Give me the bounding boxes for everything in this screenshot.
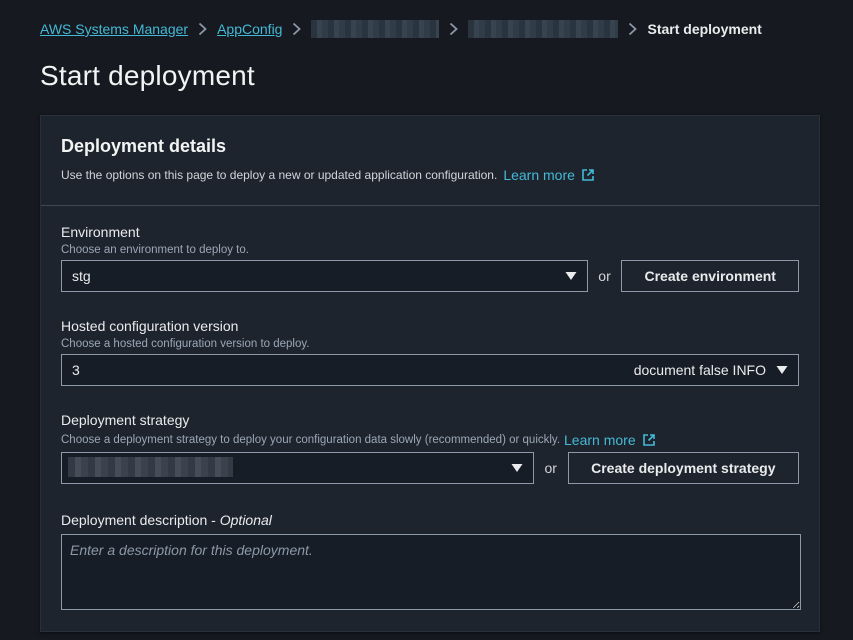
deployment-details-panel: Deployment details Use the options on th… <box>40 115 820 632</box>
panel-description: Use the options on this page to deploy a… <box>61 167 799 183</box>
hosted-version-label: Hosted configuration version <box>61 318 239 334</box>
deployment-strategy-field: Deployment strategy Choose a deployment … <box>61 412 800 484</box>
breadcrumb-link-profile-redacted[interactable] <box>468 20 619 38</box>
external-link-icon <box>581 168 595 182</box>
environment-row: stg or Create environment <box>61 260 799 292</box>
breadcrumb: AWS Systems Manager AppConfig Start depl… <box>40 18 762 40</box>
deployment-description-field: Deployment description - Optional <box>61 512 801 610</box>
deployment-description-label: Deployment description - Optional <box>61 512 799 528</box>
deployment-strategy-row: or Create deployment strategy <box>61 452 800 484</box>
deployment-strategy-hint-text: Choose a deployment strategy to deploy y… <box>61 434 561 446</box>
strategy-learn-more-link[interactable]: Learn more <box>564 432 656 448</box>
panel-description-text: Use the options on this page to deploy a… <box>61 168 498 182</box>
environment-selected-value: stg <box>72 268 91 284</box>
caret-down-icon <box>511 463 523 473</box>
external-link-icon <box>642 433 656 447</box>
learn-more-label: Learn more <box>503 167 575 183</box>
chevron-right-icon <box>449 22 459 36</box>
chevron-right-icon <box>198 22 207 36</box>
panel-header: Deployment details Use the options on th… <box>41 116 819 206</box>
optional-label: Optional <box>219 512 272 528</box>
hosted-version-select[interactable]: 3 document false INFO <box>61 354 799 386</box>
chevron-right-icon <box>628 22 638 36</box>
page-title: Start deployment <box>40 60 255 91</box>
environment-field: Environment Choose an environment to dep… <box>61 224 799 292</box>
caret-down-icon <box>776 365 788 375</box>
strategy-learn-more-label: Learn more <box>564 432 636 448</box>
or-text: or <box>598 268 611 284</box>
panel-title: Deployment details <box>61 136 227 156</box>
or-text: or <box>544 460 557 476</box>
breadcrumb-link-appconfig[interactable]: AppConfig <box>217 21 282 37</box>
breadcrumb-link-application-redacted[interactable] <box>311 20 440 38</box>
deployment-strategy-selected-value <box>68 456 511 480</box>
learn-more-link[interactable]: Learn more <box>503 167 595 183</box>
caret-down-icon <box>565 271 577 281</box>
environment-select[interactable]: stg <box>61 260 588 292</box>
deployment-description-input[interactable] <box>61 534 801 610</box>
hosted-version-selected-value: 3 <box>72 362 80 378</box>
hosted-version-row: 3 document false INFO <box>61 354 799 386</box>
environment-label: Environment <box>61 224 140 240</box>
breadcrumb-current: Start deployment <box>647 21 762 37</box>
deployment-strategy-hint: Choose a deployment strategy to deploy y… <box>61 432 799 448</box>
deployment-description-label-text: Deployment description <box>61 512 208 528</box>
deployment-strategy-select[interactable] <box>61 452 534 484</box>
create-environment-button[interactable]: Create environment <box>621 260 799 292</box>
redacted-value <box>68 456 233 477</box>
label-separator: - <box>207 512 220 528</box>
environment-hint: Choose an environment to deploy to. <box>61 244 249 256</box>
hosted-version-detail: document false INFO <box>633 362 766 378</box>
chevron-right-icon <box>292 22 302 36</box>
create-deployment-strategy-button[interactable]: Create deployment strategy <box>567 452 800 484</box>
deployment-strategy-label: Deployment strategy <box>61 412 190 428</box>
breadcrumb-link-systems-manager[interactable]: AWS Systems Manager <box>40 21 188 37</box>
hosted-version-hint: Choose a hosted configuration version to… <box>61 338 310 350</box>
hosted-version-field: Hosted configuration version Choose a ho… <box>61 318 799 386</box>
